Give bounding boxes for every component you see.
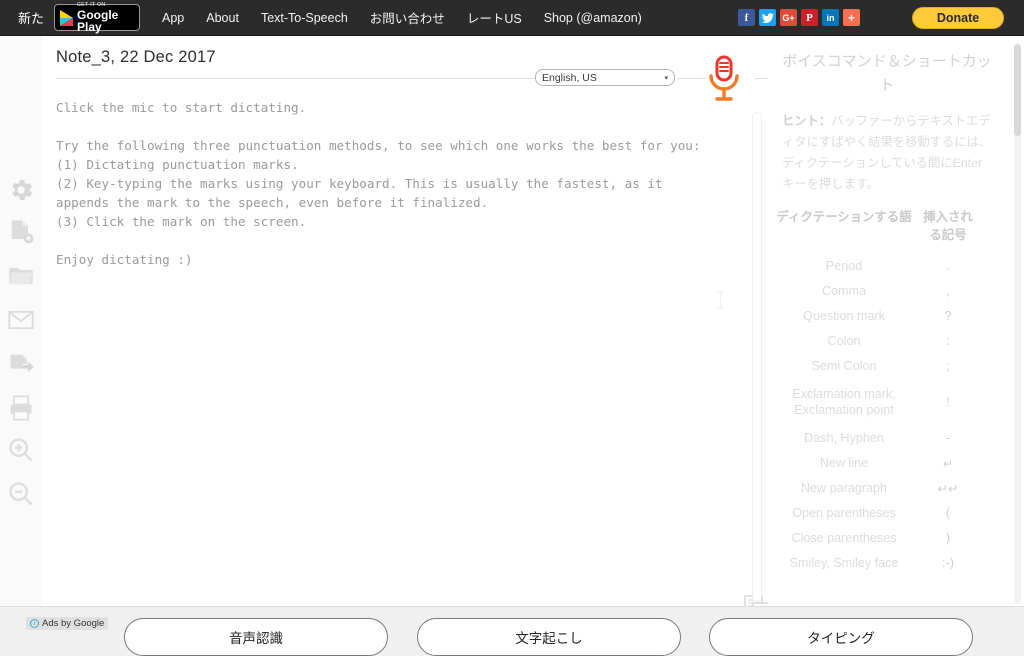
table-row: Close parentheses ) [772,530,1000,546]
linkedin-icon[interactable]: in [822,9,839,26]
note-title[interactable]: Note_3, 22 Dec 2017 [56,48,216,67]
table-row: Dash, Hyphen - [772,430,1000,446]
printer-icon[interactable] [7,394,35,422]
cell-symbol: - [945,431,951,445]
table-row: Period . [772,258,1000,274]
cell-word: Close parentheses [791,531,897,545]
left-icon-rail [0,36,42,606]
table-row: Semi Colon ; [772,358,1000,374]
ads-by-google-label: Ads by Google [42,618,105,629]
cell-symbol: , [946,284,950,298]
cell-symbol: ( [945,506,951,520]
language-select[interactable]: English, US ▾ [535,69,675,86]
google-plus-icon[interactable]: G+ [780,9,797,26]
table-row: New line ↵ [772,455,1000,471]
cell-word: Colon [827,334,861,348]
cell-word: Exclamation mark, Exclamation point [792,387,896,417]
nav-item-about[interactable]: About [206,11,239,25]
zoom-in-icon[interactable] [7,436,35,464]
cell-symbol: ; [946,359,950,373]
table-row: Smiley, Smiley face :-) [772,555,1000,571]
bottom-bar: i Ads by Google 音声認識 文字起こし タイピング [0,606,1024,656]
google-play-badge[interactable]: GET IT ON Google Play [54,1,141,34]
panel-resize-handle[interactable] [752,112,762,602]
app-root: 新た GET IT ON Google Play App About Text-… [0,0,1024,656]
share-more-icon[interactable]: + [843,9,860,26]
text-cursor-icon [716,291,725,309]
cell-symbol: :-) [942,556,954,570]
nav-item-shop[interactable]: Shop (@amazon) [544,11,642,25]
title-divider [56,78,546,79]
export-icon[interactable] [7,350,35,378]
cell-word: Open parentheses [792,506,896,520]
panel-hint-label: ヒント： [782,114,832,128]
envelope-icon[interactable] [7,306,35,334]
google-play-icon [60,9,74,26]
cell-symbol: ↵↵ [937,481,959,496]
social-share-group: f G+ P in + [738,9,860,26]
pinterest-icon[interactable]: P [801,9,818,26]
table-row: Question mark ? [772,308,1000,324]
column-header-word: ディクテーションする語 [776,210,912,224]
table-row: Exclamation mark, Exclamation point ! [772,386,1000,418]
ads-by-google-badge[interactable]: i Ads by Google [26,617,109,630]
cell-word: Semi Colon [811,359,877,373]
chevron-down-icon: ▾ [664,74,668,82]
table-row: New paragraph ↵↵ [772,480,1000,496]
cell-symbol: ↵ [942,456,954,471]
nav-links: App About Text-To-Speech お問い合わせ レートUS Sh… [162,8,642,27]
cell-symbol: : [946,334,950,348]
settings-icon[interactable] [7,176,35,204]
twitter-icon[interactable] [759,9,776,26]
voice-commands-table: ディクテーションする語 挿入される記号 Period . Comma , Que… [772,208,1000,571]
cell-word: Question mark [803,309,885,323]
column-header-symbol: 挿入される記号 [923,210,973,242]
table-row: Open parentheses ( [772,505,1000,521]
zoom-out-icon[interactable] [7,480,35,508]
panel-scrollbar[interactable] [1014,44,1021,604]
nav-new-link[interactable]: 新た [18,8,44,27]
panel-title: ボイスコマンド＆ショートカット [782,53,992,94]
table-row: Colon : [772,333,1000,349]
nav-item-contact[interactable]: お問い合わせ [370,8,445,27]
google-play-line2: Google Play [77,7,119,34]
speech-recognition-button[interactable]: 音声認識 [124,618,388,656]
folder-icon[interactable] [7,262,35,290]
table-header-row: ディクテーションする語 挿入される記号 [772,208,1000,244]
cell-word: Smiley, Smiley face [789,556,899,570]
cell-word: Dash, Hyphen [804,431,884,445]
top-navigation-bar: 新た GET IT ON Google Play App About Text-… [0,0,1024,36]
voice-commands-panel: ボイスコマンド＆ショートカット ヒント：バッファーからテキストエディタにすばやく… [768,36,1016,606]
language-select-value: English, US [542,71,597,84]
table-row: Comma , [772,283,1000,299]
facebook-icon[interactable]: f [738,9,755,26]
new-document-icon[interactable] [7,218,35,246]
google-play-line1: GET IT ON [77,1,106,8]
cell-word: New line [819,456,869,470]
cell-symbol: ! [946,395,950,409]
note-body-text[interactable]: Click the mic to start dictating. Try th… [56,98,732,269]
transcription-button[interactable]: 文字起こし [417,618,681,656]
donate-button[interactable]: Donate [912,6,1004,29]
cell-symbol: . [946,259,950,273]
nav-item-app[interactable]: App [162,11,184,25]
note-editor: Note_3, 22 Dec 2017 English, US ▾ Click … [42,36,781,626]
cell-word: Comma [821,284,867,298]
scrollbar-thumb[interactable] [1014,44,1021,136]
panel-hint: ヒント：バッファーからテキストエディタにすばやく結果を移動するには、ディクテーシ… [782,111,994,195]
cell-word: New paragraph [800,481,888,495]
cell-word: Period [825,259,863,273]
typing-button[interactable]: タイピング [709,618,973,656]
info-icon: i [30,619,39,628]
cell-symbol: ? [944,309,952,323]
nav-item-rate-us[interactable]: レートUS [467,8,522,27]
cell-symbol: ) [945,531,951,545]
nav-item-text-to-speech[interactable]: Text-To-Speech [261,11,348,25]
